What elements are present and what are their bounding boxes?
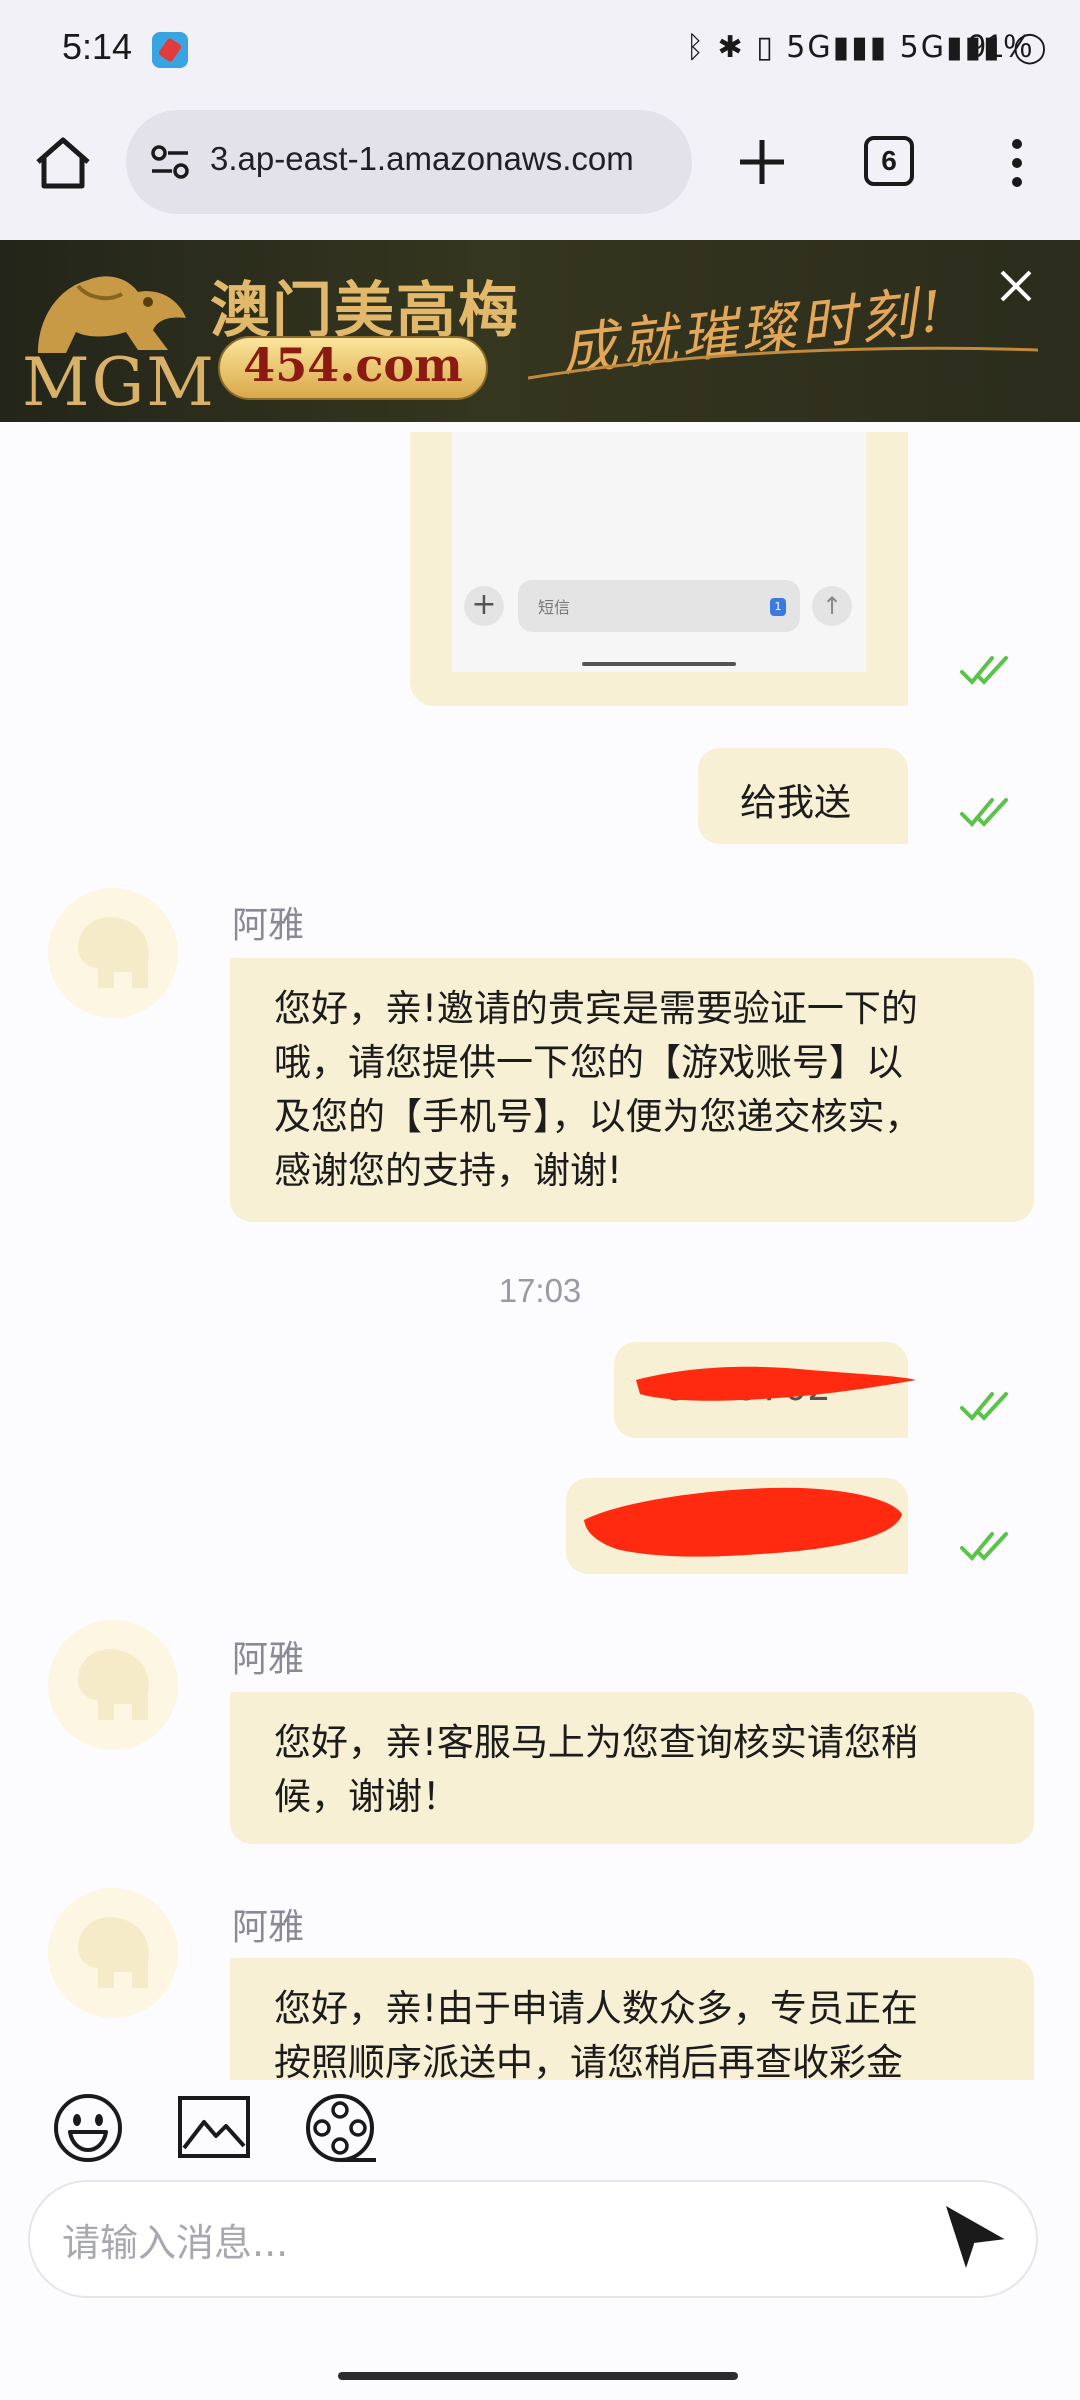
preview-input-text: 短信 [538,598,571,617]
slogan-swoosh [528,346,1038,380]
elephant-icon [48,1888,178,2018]
more-menu-icon[interactable] [1000,136,1034,190]
agent-avatar[interactable] [48,1620,178,1750]
preview-plus-icon: + [464,586,504,626]
agent-avatar[interactable] [48,888,178,1018]
read-receipt-icon [960,656,1008,685]
redaction-scribble [584,1487,902,1557]
message-line: 及您的【手机号】，以便为您递交核实， [274,1095,922,1138]
preview-badge: 1 [770,598,786,616]
clipped-line-wrap: 按照顺序派送中，请您稍后再查收彩金 [230,2036,1034,2080]
preview-home-bar [582,662,736,666]
message-input-placeholder: 请输入消息... [62,2221,289,2265]
new-tab-icon[interactable] [730,130,794,194]
image-icon[interactable] [176,2090,252,2166]
read-receipt-icon [960,1392,1008,1421]
tab-switcher-button[interactable]: 6 [864,136,914,186]
chat-timestamp: 17:03 [498,1272,582,1309]
home-icon[interactable] [30,130,96,196]
message-line: 候，谢谢！ [274,1775,459,1818]
agent-name: 阿雅 [232,1639,305,1680]
video-icon[interactable] [302,2090,378,2166]
redaction-scribble [636,1366,916,1401]
image-message-content[interactable] [452,432,866,672]
elephant-icon [48,888,178,1018]
message-line: 您好，亲!邀请的贵宾是需要验证一下的 [274,987,918,1030]
read-receipt-icon [960,1532,1008,1561]
send-icon[interactable] [940,2200,1012,2272]
preview-send-icon: ↑ [812,586,852,626]
message-line: 按照顺序派送中，请您稍后再查收彩金 [274,2041,903,2080]
message-line: 您好，亲!由于申请人数众多，专员正在 [274,1987,918,2030]
message-line: 感谢您的支持，谢谢! [274,1149,622,1192]
message-line: 您好，亲!客服马上为您查询核实请您稍 [274,1721,918,1764]
read-receipt-icon [960,798,1008,827]
agent-name: 阿雅 [232,905,305,946]
agent-avatar[interactable] [48,1888,178,2018]
battery-level: 91% [968,28,1033,64]
emoji-icon[interactable] [50,2090,126,2166]
home-indicator[interactable] [338,2372,738,2380]
brand-latin: MGM [22,344,216,421]
url-text[interactable]: 3.ap-east-1.amazonaws.com [210,140,680,178]
message-line: 哦，请您提供一下您的【游戏账号】以 [274,1041,903,1084]
app-notification-icon [152,32,188,68]
status-time: 5:14 [62,26,133,67]
elephant-icon [48,1620,178,1750]
site-settings-icon[interactable] [148,140,192,184]
message-text: 给我送 [740,781,851,824]
agent-name: 阿雅 [232,1907,305,1948]
close-ad-icon[interactable] [996,266,1036,306]
domain-text: 454.com [243,338,463,392]
